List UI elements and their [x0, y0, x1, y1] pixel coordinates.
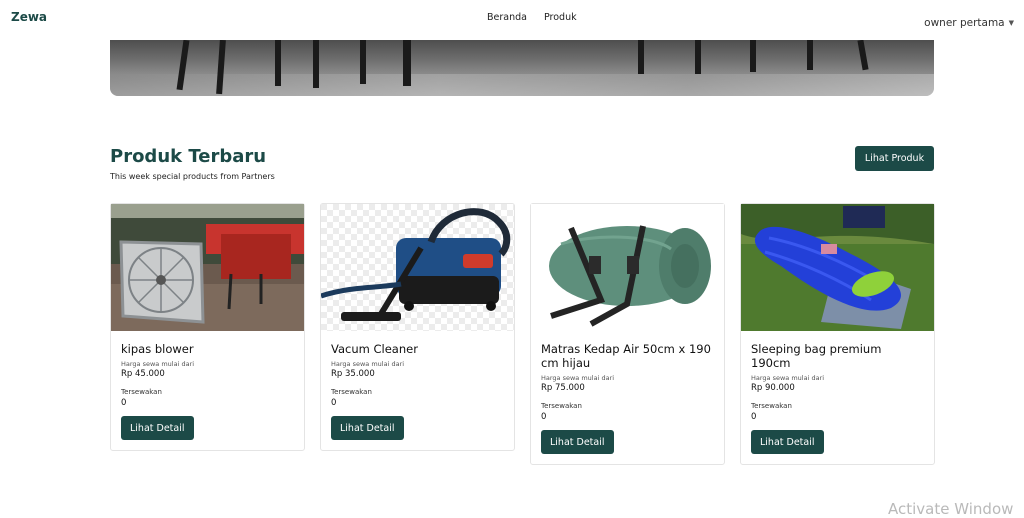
- product-card: Matras Kedap Air 50cm x 190 cm hijau Har…: [530, 203, 725, 465]
- product-card: Vacum Cleaner Harga sewa mulai dari Rp 3…: [320, 203, 515, 451]
- hero-chair-leg: [857, 40, 869, 71]
- rented-label: Tersewakan: [541, 402, 582, 410]
- blower-fan-image: [111, 204, 304, 331]
- section-subtitle: This week special products from Partners: [110, 172, 275, 181]
- rented-label: Tersewakan: [121, 388, 162, 396]
- view-products-button[interactable]: Lihat Produk: [855, 146, 934, 171]
- rented-label: Tersewakan: [751, 402, 792, 410]
- user-menu[interactable]: owner pertama ▼: [924, 17, 1014, 29]
- price-label: Harga sewa mulai dari: [751, 374, 825, 382]
- hero-chair-leg: [360, 40, 366, 84]
- price-label: Harga sewa mulai dari: [121, 360, 195, 368]
- vacuum-cleaner-image: [321, 204, 514, 331]
- price-label: Harga sewa mulai dari: [331, 360, 405, 368]
- product-card: Sleeping bag premium 190cm Harga sewa mu…: [740, 203, 935, 465]
- product-price: Rp 90.000: [751, 383, 795, 393]
- nav-links: Beranda Produk: [487, 12, 577, 23]
- view-detail-button[interactable]: Lihat Detail: [751, 430, 824, 454]
- brand-logo[interactable]: Zewa: [11, 10, 47, 24]
- rented-label: Tersewakan: [331, 388, 372, 396]
- product-name[interactable]: kipas blower: [121, 342, 294, 356]
- rented-count: 0: [751, 412, 757, 422]
- user-name: owner pertama: [924, 17, 1005, 29]
- rented-count: 0: [121, 398, 127, 408]
- rolled-mat-image: [531, 204, 724, 331]
- hero-chair-leg: [638, 40, 644, 74]
- nav-item-produk[interactable]: Produk: [544, 12, 577, 23]
- hero-floor: [110, 74, 934, 96]
- hero-chair-leg: [313, 40, 319, 88]
- hero-chair-leg: [750, 40, 756, 72]
- rented-count: 0: [331, 398, 337, 408]
- price-label: Harga sewa mulai dari: [541, 374, 615, 382]
- hero-banner-image: [110, 40, 934, 96]
- hero-chair-leg: [807, 40, 813, 70]
- product-price: Rp 75.000: [541, 383, 585, 393]
- rented-count: 0: [541, 412, 547, 422]
- product-name[interactable]: Sleeping bag premium 190cm: [751, 342, 924, 370]
- hero-chair-leg: [275, 40, 281, 86]
- sleeping-bag-image: [741, 204, 934, 331]
- activate-windows-watermark: Activate Window: [888, 500, 1014, 518]
- view-detail-button[interactable]: Lihat Detail: [541, 430, 614, 454]
- section-title: Produk Terbaru: [110, 146, 267, 167]
- navbar: Zewa Beranda Produk owner pertama ▼: [0, 0, 1024, 40]
- chevron-down-icon: ▼: [1008, 19, 1014, 27]
- product-name[interactable]: Matras Kedap Air 50cm x 190 cm hijau: [541, 342, 714, 370]
- view-detail-button[interactable]: Lihat Detail: [121, 416, 194, 440]
- product-name[interactable]: Vacum Cleaner: [331, 342, 504, 356]
- view-detail-button[interactable]: Lihat Detail: [331, 416, 404, 440]
- product-price: Rp 45.000: [121, 369, 165, 379]
- product-price: Rp 35.000: [331, 369, 375, 379]
- hero-chair-leg: [403, 40, 411, 86]
- nav-item-beranda[interactable]: Beranda: [487, 12, 527, 23]
- product-card: kipas blower Harga sewa mulai dari Rp 45…: [110, 203, 305, 451]
- hero-chair-leg: [695, 40, 701, 74]
